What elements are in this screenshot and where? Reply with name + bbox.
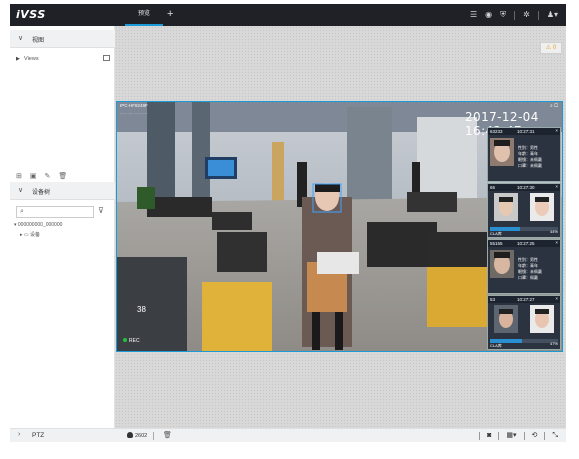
globe-icon[interactable]: ◉: [485, 11, 492, 19]
rec-dot-icon: [123, 338, 127, 342]
face-card-time: 10:27:25: [517, 241, 535, 246]
user-id: 2602: [135, 433, 148, 439]
device-section-title: 设备树: [32, 190, 51, 196]
rec-label: REC: [129, 338, 140, 344]
face-attributes: 性别：男性 年龄：青年 眼镜：未佩戴 口罩：未佩戴: [518, 145, 542, 169]
face-attr: 口罩：佩戴: [518, 275, 538, 280]
ptz-title: PTZ: [32, 432, 45, 439]
face-snapshot: [494, 305, 518, 333]
toolbar-divider: [523, 432, 525, 440]
user-icon[interactable]: ♟▾: [547, 11, 558, 19]
ptz-section-header[interactable]: › PTZ: [10, 428, 115, 442]
face-library-tag: CLA库: [490, 231, 502, 236]
face-match-card[interactable]: 65 10:27:30 × CLA库 44%: [487, 183, 561, 238]
close-icon[interactable]: ×: [555, 184, 558, 189]
chevron-down-icon: ∨: [18, 35, 24, 42]
snapshot-icon[interactable]: ◙: [487, 432, 491, 440]
face-snapshot: [490, 138, 514, 166]
close-icon[interactable]: ×: [555, 296, 558, 301]
delete-icon[interactable]: 🗑: [58, 173, 67, 181]
window-icon[interactable]: [103, 55, 110, 61]
face-attributes: 性别：男性 年龄：青年 眼镜：未佩戴 口罩：佩戴: [518, 257, 542, 281]
toolbar-divider: [544, 432, 546, 440]
close-icon[interactable]: ×: [555, 240, 558, 245]
tree-device[interactable]: ▸ ▭ 设备: [20, 231, 40, 238]
new-folder-icon[interactable]: ⊞: [16, 173, 22, 181]
camera-name: IPC-HF8249F: [120, 103, 148, 108]
face-card-time: 10:27:30: [517, 185, 535, 190]
tree-item-views[interactable]: ▶ Views: [16, 55, 110, 64]
refresh-icon[interactable]: ⟲: [532, 432, 538, 440]
shield-icon[interactable]: ⛨: [500, 11, 506, 19]
view-toolbar: ⊞ ▣ ✎ 🗑: [16, 172, 110, 181]
camera-subtitle: ...... ..... ..... ......: [120, 110, 148, 115]
fullscreen-icon[interactable]: ⤡: [552, 432, 558, 440]
osd-number: 38: [137, 305, 146, 314]
expand-arrow-icon[interactable]: ▶: [16, 56, 20, 62]
similarity-percent: 44%: [549, 229, 558, 234]
header-divider: [537, 10, 539, 20]
face-card[interactable]: 55155 10:27:25 × 性别：男性 年龄：青年 眼镜：未佩戴 口罩：佩…: [487, 239, 561, 294]
header-divider: [514, 10, 516, 20]
device-section-header[interactable]: ∨ 设备树: [10, 182, 115, 200]
tab-preview[interactable]: 预览: [125, 4, 163, 26]
toolbar-divider: [153, 432, 154, 440]
search-icon: ⌕: [20, 208, 24, 215]
face-card-id: 55155: [490, 241, 503, 246]
list-icon[interactable]: ☰: [470, 11, 477, 19]
view-section-header[interactable]: ∨ 视图: [10, 30, 115, 48]
warning-badge[interactable]: ⚠ 0: [540, 42, 562, 54]
face-card[interactable]: 63233 10:27:31 × 性别：男性 年龄：青年 眼镜：未佩戴 口罩：未…: [487, 127, 561, 182]
close-icon[interactable]: ×: [555, 128, 558, 133]
header-icons: ☰ ◉ ⛨ ✲ ♟▾: [470, 4, 558, 26]
face-library-photo: [530, 193, 554, 221]
face-card-id: 53: [490, 297, 496, 302]
face-snapshot: [494, 193, 518, 221]
current-user: 2602: [127, 432, 147, 439]
sidebar: ∨ 视图 ▶ Views ⊞ ▣ ✎ 🗑 ∨ 设备树 ⌕ ⊽ ▾ 0000000…: [10, 26, 115, 442]
tree-item-label: Views: [24, 56, 39, 62]
face-card-id: 63233: [490, 129, 503, 134]
face-card-header: 63233 10:27:31 ×: [488, 128, 560, 135]
face-card-time: 10:27:31: [517, 129, 535, 134]
filter-icon[interactable]: ⊽: [98, 206, 104, 215]
face-snapshot: [490, 250, 514, 278]
layout-icon[interactable]: ▦▾: [506, 432, 516, 440]
bottom-right-icons: ◙ ▦▾ ⟲ ⤡: [479, 431, 558, 441]
video-window-icons[interactable]: ⌕ ▢: [550, 103, 558, 109]
face-card-time: 10:27:27: [517, 297, 535, 302]
chevron-right-icon: ›: [18, 431, 21, 438]
toolbar-divider: [498, 432, 500, 440]
user-icon: [127, 432, 133, 438]
app-logo: iVSS: [16, 8, 46, 21]
bottom-toolbar: 2602 🗑 ◙ ▦▾ ⟲ ⤡: [115, 428, 566, 442]
face-card-header: 53 10:27:27 ×: [488, 296, 560, 303]
face-recognition-panel: 63233 10:27:31 × 性别：男性 年龄：青年 眼镜：未佩戴 口罩：未…: [487, 127, 562, 350]
edit-icon[interactable]: ✎: [45, 173, 51, 181]
face-attr: 口罩：未佩戴: [518, 163, 542, 168]
tree-root-label: 000000000_000000: [17, 222, 63, 228]
tree-root[interactable]: ▾ 000000000_000000: [14, 222, 62, 228]
rec-indicator: REC: [123, 338, 140, 344]
tree-device-label: 设备: [30, 232, 41, 238]
face-library-photo: [530, 305, 554, 333]
save-icon[interactable]: ▣: [30, 173, 37, 181]
face-card-header: 55155 10:27:25 ×: [488, 240, 560, 247]
similarity-percent: 47%: [549, 341, 558, 346]
video-window[interactable]: IPC-HF8249F ...... ..... ..... ...... ⌕ …: [116, 101, 563, 352]
delete-icon[interactable]: 🗑: [163, 432, 172, 440]
device-search-input[interactable]: ⌕: [16, 206, 94, 218]
face-match-card[interactable]: 53 10:27:27 × CLA库 47%: [487, 295, 561, 350]
face-card-header: 65 10:27:30 ×: [488, 184, 560, 191]
top-bar: iVSS 预览 + ☰ ◉ ⛨ ✲ ♟▾: [10, 4, 566, 26]
face-card-id: 65: [490, 185, 496, 190]
chevron-down-icon: ∨: [18, 187, 24, 194]
face-library-tag: CLA库: [490, 343, 502, 348]
view-section-title: 视图: [32, 38, 45, 44]
add-tab-button[interactable]: +: [167, 8, 173, 20]
settings-icon[interactable]: ✲: [523, 11, 530, 19]
toolbar-divider: [479, 432, 481, 440]
